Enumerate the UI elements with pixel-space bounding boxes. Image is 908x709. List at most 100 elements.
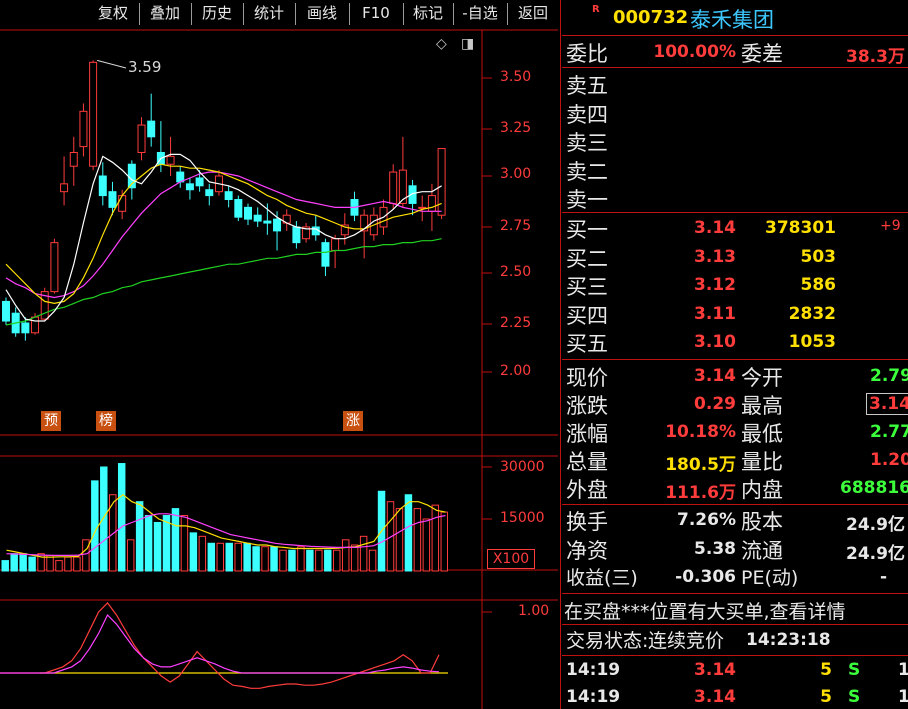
volume-bar (395, 508, 404, 572)
volume-bar (359, 535, 368, 572)
toolbar-back-button[interactable]: 返回 (508, 0, 558, 27)
toolbar-fuquan-button[interactable]: 复权 (88, 0, 138, 27)
candle-body (137, 124, 146, 153)
tick-volume: 5 (820, 660, 832, 680)
divider (562, 624, 908, 625)
buy-volume: 1053 (788, 332, 836, 352)
volume-bar (288, 549, 296, 572)
buy-price: 3.10 (694, 332, 736, 352)
sell4-label[interactable]: 卖四 (566, 99, 608, 129)
buy-label: 买五 (566, 332, 608, 356)
volume-bar (306, 549, 314, 572)
candle-body (69, 151, 78, 167)
inner-volume-value: 688816 (840, 478, 908, 498)
price-tick-label: 3.00 (500, 166, 532, 182)
volume-bar (279, 549, 287, 572)
sell5-label[interactable]: 卖五 (566, 70, 608, 100)
ma60-line (5, 238, 442, 326)
candle-body (427, 195, 436, 212)
volume-bar (252, 546, 260, 572)
tick-price: 3.14 (694, 660, 736, 680)
buy-label: 买二 (566, 247, 608, 271)
volume-bar (19, 553, 27, 572)
volume-bar (333, 549, 341, 572)
event-tag-zhang[interactable]: 涨 (343, 411, 363, 431)
event-tag-yu[interactable]: 预 (41, 411, 61, 431)
toolbar-history-button[interactable]: 历史 (192, 0, 242, 27)
open-value: 2.79 (870, 366, 908, 386)
price-label: 现价 (566, 366, 608, 390)
candle-body (234, 199, 243, 218)
candle-body (108, 191, 117, 208)
candle-body (331, 238, 340, 251)
volume-bar (180, 515, 189, 572)
tick-count: 1 (898, 660, 908, 680)
sell1-label[interactable]: 卖一 (566, 184, 608, 214)
toolbar-mark-button[interactable]: 标记 (404, 0, 452, 27)
divider (562, 504, 908, 505)
candle-body (98, 175, 107, 197)
sell2-label[interactable]: 卖二 (566, 156, 608, 186)
volume-bar (100, 466, 108, 572)
price-tick-label: 2.25 (500, 315, 532, 331)
buy-change: +9 (880, 218, 901, 234)
change-label: 涨跌 (566, 394, 608, 418)
high-price-label: 3.59 (128, 58, 162, 76)
candle-body (389, 171, 398, 204)
pct-change-value: 10.18% (665, 422, 736, 442)
volume-bar (73, 556, 81, 572)
volume-bar (234, 542, 242, 572)
window-toggle-icon[interactable]: ◨ (461, 36, 474, 52)
kline-chart-svg[interactable] (0, 0, 562, 709)
toolbar-watchlist-button[interactable]: -自选 (454, 0, 506, 27)
big-order-notice[interactable]: 在买盘***位置有大买单,查看详情 (564, 597, 846, 624)
kline-chart-area[interactable]: 复权 叠加 历史 统计 画线 F10 标记 -自选 返回 ◇ ◨ 3.59 3.… (0, 0, 562, 709)
trade-status-value: 连续竞价 (648, 630, 725, 652)
volume-bar (28, 556, 36, 572)
total-volume-value: 180.5万 (665, 455, 736, 475)
volume-bar (431, 504, 440, 572)
volume-bar (413, 508, 422, 572)
tick-volume: 5 (820, 687, 832, 707)
net-assets-value: 5.38 (694, 539, 736, 559)
indicator-line-a (0, 601, 440, 689)
float-value: 24.9亿 (846, 544, 905, 564)
volume-bar (82, 539, 90, 572)
buy-label: 买三 (566, 275, 608, 299)
volume-bar (153, 521, 162, 572)
toolbar-diejia-button[interactable]: 叠加 (140, 0, 190, 27)
volume-bar (126, 539, 135, 572)
volume-bar (225, 542, 233, 572)
candle-body (147, 120, 156, 138)
tick-side: S (848, 687, 861, 707)
outer-volume-value: 111.6万 (665, 483, 736, 503)
candle-body (60, 183, 69, 193)
eps-label: 收益(三) (566, 567, 638, 589)
volume-bar (422, 518, 431, 572)
volume-bar (216, 542, 224, 572)
high-label: 最高 (741, 394, 783, 418)
candle-body (118, 195, 127, 212)
sell3-label[interactable]: 卖三 (566, 127, 608, 157)
volume-unit-label: X100 (487, 549, 535, 569)
buy-price: 3.12 (694, 275, 736, 295)
tick-price: 3.14 (694, 687, 736, 707)
tick-time: 14:19 (566, 660, 621, 680)
price-tick-label: 2.50 (500, 264, 532, 280)
webi-value: 100.00% (653, 42, 736, 62)
pe-label: PE(动) (741, 567, 799, 589)
volume-bar (404, 494, 413, 572)
price-tick-label: 3.25 (500, 120, 532, 136)
volume-bar (55, 560, 63, 572)
share-capital-label: 股本 (741, 510, 783, 534)
turnover-label: 换手 (566, 510, 608, 534)
diamond-icon[interactable]: ◇ (436, 36, 447, 52)
event-tag-bang[interactable]: 榜 (96, 411, 116, 431)
change-value: 0.29 (694, 394, 736, 414)
buy-price: 3.14 (694, 218, 736, 238)
toolbar-stats-button[interactable]: 统计 (244, 0, 294, 27)
low-value: 2.77 (870, 422, 908, 442)
volume-tick-label: 30000 (500, 459, 545, 475)
toolbar-f10-button[interactable]: F10 (350, 0, 402, 27)
toolbar-draw-button[interactable]: 画线 (296, 0, 348, 27)
